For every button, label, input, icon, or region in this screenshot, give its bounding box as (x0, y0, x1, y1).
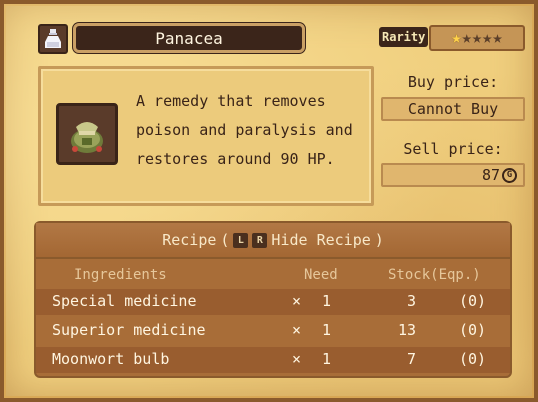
hide-recipe-toggle[interactable]: Hide Recipe (271, 231, 370, 249)
paren-close: ) (374, 231, 384, 249)
l-button-icon: L (233, 232, 249, 248)
star-filled-icon: ★ (451, 27, 462, 48)
recipe-panel: Recipe ( L R Hide Recipe ) Ingredients N… (36, 223, 510, 376)
recipe-title: Recipe (162, 231, 217, 249)
item-detail-window: Panacea Rarity ★ ★ ★ ★ ★ A remedy that remov… (0, 0, 538, 402)
ingredient-stock: 7 (406, 350, 416, 368)
star-empty-icon: ★ (482, 27, 493, 48)
star-empty-icon: ★ (461, 27, 472, 48)
ingredient-row[interactable]: Superior medicine × 1 13 (0) (36, 318, 510, 344)
ingredient-need: 1 (322, 321, 332, 339)
times-symbol: × (292, 350, 302, 368)
ingredient-stock: 3 (406, 292, 416, 310)
ingredient-name: Special medicine (52, 292, 197, 310)
ingredient-row[interactable]: Moonwort bulb × 1 7 (0) (36, 347, 510, 373)
times-symbol: × (292, 292, 302, 310)
star-empty-icon: ★ (492, 27, 503, 48)
rarity-label: Rarity (379, 27, 429, 47)
ingredient-row[interactable]: Special medicine × 1 3 (0) (36, 289, 510, 315)
buy-price-value: Cannot Buy (381, 97, 525, 121)
medicine-pouch-icon (56, 103, 118, 165)
recipe-header[interactable]: Recipe ( L R Hide Recipe ) (36, 223, 510, 259)
description-panel: A remedy that removes poison and paralys… (38, 66, 374, 206)
ingredient-need: 1 (322, 292, 332, 310)
sell-price-value: 87 (481, 166, 500, 184)
rarity-stars: ★ ★ ★ ★ ★ (429, 25, 525, 51)
ingredient-eqp: (0) (459, 292, 487, 310)
ingredient-need: 1 (322, 350, 332, 368)
col-ingredients: Ingredients (74, 267, 167, 283)
potion-bottle-icon (38, 24, 68, 54)
buy-price-label: Buy price: (407, 73, 499, 91)
sell-price-label: Sell price: (403, 140, 503, 158)
ingredient-stock: 13 (397, 321, 416, 339)
col-stock: Stock(Eqp.) (388, 267, 481, 283)
ingredient-name: Superior medicine (52, 321, 206, 339)
sell-price-box: 87 G (381, 163, 525, 187)
ingredient-name: Moonwort bulb (52, 350, 170, 368)
times-symbol: × (292, 321, 302, 339)
gold-coin-icon: G (502, 167, 517, 183)
item-description: A remedy that removes poison and paralys… (136, 92, 353, 168)
paren-open: ( (220, 231, 230, 249)
item-name: Panacea (73, 23, 305, 53)
col-need: Need (304, 267, 338, 283)
ingredient-eqp: (0) (459, 350, 487, 368)
r-button-icon: R (252, 232, 268, 248)
star-empty-icon: ★ (471, 27, 483, 48)
ingredient-eqp: (0) (459, 321, 487, 339)
